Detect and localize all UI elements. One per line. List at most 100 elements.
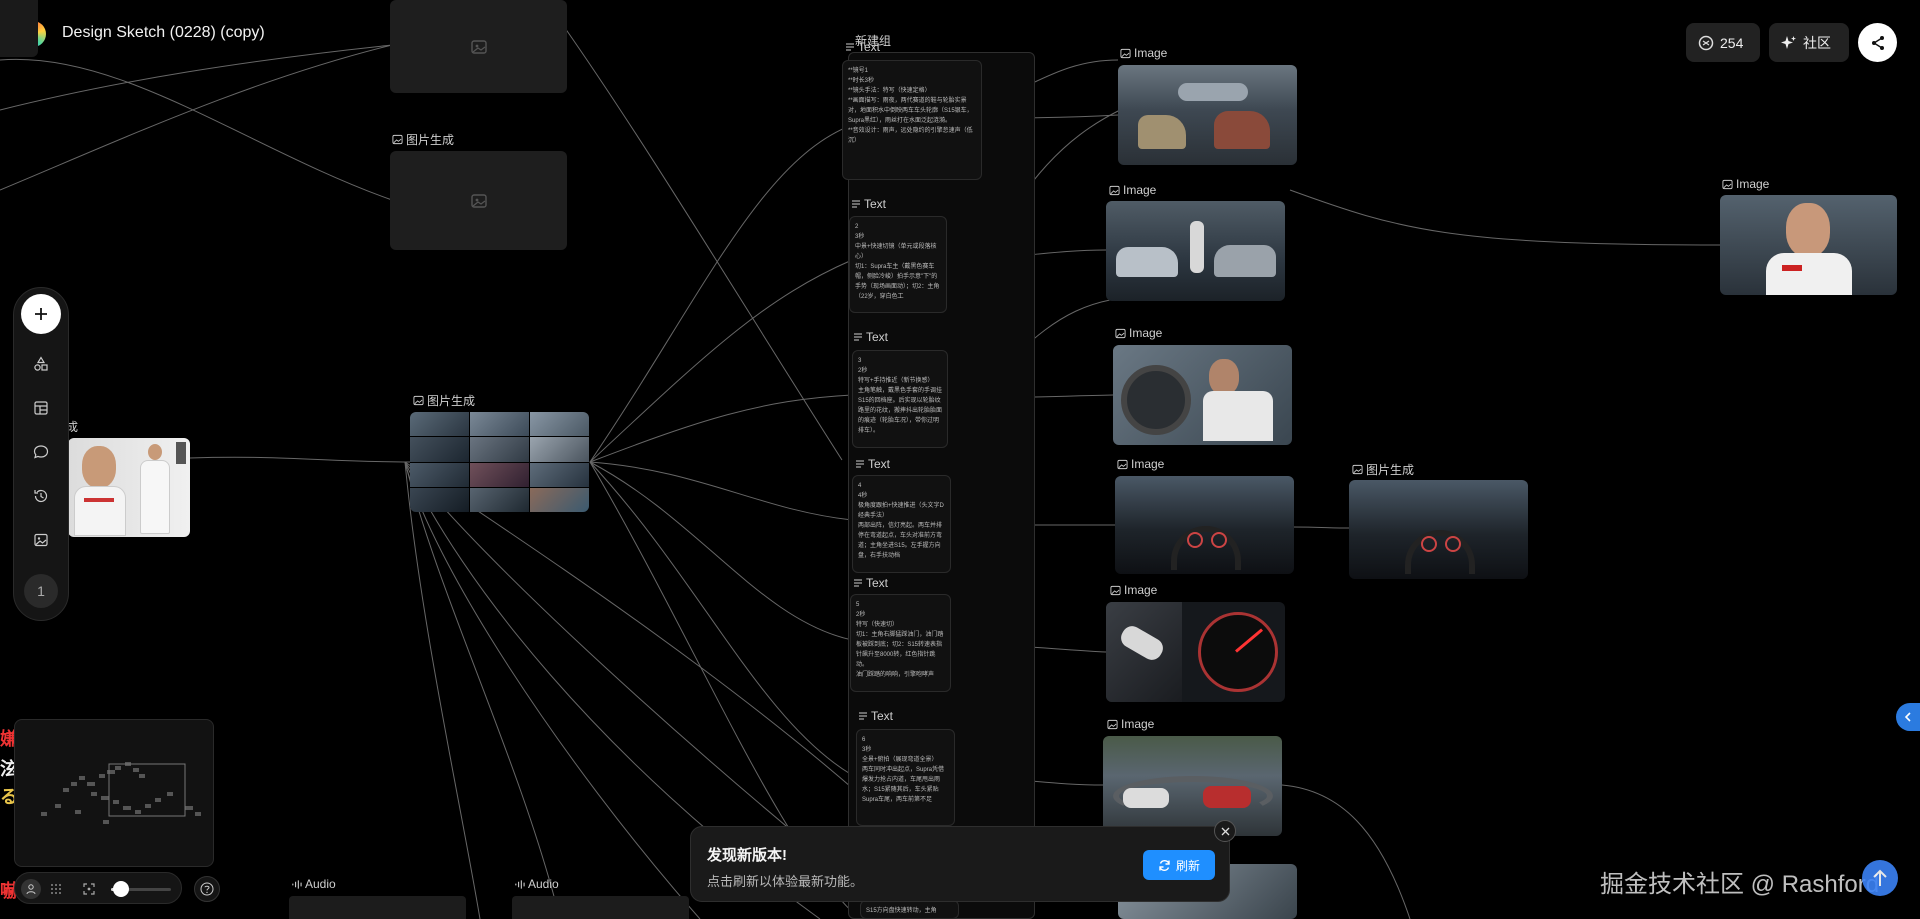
minimap[interactable] [14, 719, 214, 867]
zoom-slider-handle[interactable] [113, 881, 129, 897]
refresh-label: 刷新 [1175, 858, 1200, 873]
help-icon [200, 882, 214, 896]
audio-node-label: Audio [514, 877, 559, 891]
grid-icon [51, 884, 61, 894]
image-icon [1117, 459, 1128, 469]
image-gen-placeholder[interactable] [390, 151, 567, 250]
side-panel-toggle[interactable] [1896, 703, 1920, 731]
history-icon [34, 489, 48, 503]
image-icon [1109, 185, 1120, 195]
text-icon [846, 43, 854, 51]
text-node-label: Text [851, 197, 886, 211]
image-icon [1722, 179, 1733, 189]
text-icon [856, 460, 864, 468]
text-icon [852, 200, 860, 208]
credits-icon [1698, 35, 1714, 50]
community-label: 社区 [1803, 34, 1831, 51]
text-card-5[interactable]: 5 2秒 特写（快速切） 切1：主角右脚猛踩油门，油门踏板被踩到底；切2：S15… [850, 594, 951, 692]
add-node-button[interactable] [21, 294, 61, 334]
partial-node[interactable] [0, 0, 38, 57]
image-icon [392, 134, 403, 145]
user-icon [26, 884, 36, 895]
credits-button[interactable]: 254 [1686, 23, 1760, 62]
image-node-label: Image [1110, 583, 1157, 597]
image-icon [34, 533, 48, 547]
credits-count: 254 [1720, 34, 1744, 51]
image-node-two-cars[interactable] [1106, 201, 1285, 301]
minimap-preview [41, 762, 201, 824]
text-card-2[interactable]: 2 3秒 中景+快速切镜（单元或段落核心） 切1：Supra车主（戴黑色赛车帽，… [849, 216, 947, 313]
toast-title: 发现新版本! [707, 847, 787, 864]
image-node-label: Image [1120, 46, 1167, 60]
history-button[interactable] [23, 478, 59, 514]
watermark: 掘金技术社区 @ Rashford [1600, 871, 1880, 898]
layout-icon [34, 401, 48, 415]
image-icon [1107, 719, 1118, 729]
audio-node-label: Audio [291, 877, 336, 891]
image-gen-mosaic[interactable] [410, 412, 589, 512]
toast-close-button[interactable] [1214, 820, 1236, 842]
image-icon [1115, 328, 1126, 338]
refresh-icon [1159, 859, 1170, 871]
text-card-4[interactable]: 4 4秒 极角度跟拍+快速推进（头文字D经典手法） 两部出阵，信灯亮起。两车并排… [852, 475, 951, 573]
arrow-up-icon [1873, 869, 1887, 886]
image-node-label: Image [1722, 177, 1769, 191]
shapes-button[interactable] [23, 346, 59, 382]
page-number[interactable]: 1 [24, 574, 58, 608]
fit-view-button[interactable] [81, 881, 97, 897]
character-reference-image[interactable] [68, 438, 190, 537]
text-card-1[interactable]: **镜号1 **时长3秒 **镜头手法：特写（快速定格） **画面描写：雨夜，两… [842, 60, 982, 180]
image-node-label: Image [1115, 326, 1162, 340]
image-node-label: Image [1117, 457, 1164, 471]
plus-icon [35, 308, 47, 320]
audio-icon [292, 879, 302, 889]
image-node-cockpit[interactable] [1115, 476, 1294, 574]
scroll-top-button[interactable] [1862, 860, 1898, 896]
fit-icon [83, 883, 95, 895]
collapse-icon [1904, 712, 1911, 722]
image-icon [1352, 464, 1363, 475]
text-card-3[interactable]: 3 2秒 特写+手持推近（新节换感） 主角笔触，戴黑色手套的手调挂S15的回档座… [852, 350, 948, 448]
image-node-tire-check[interactable] [1113, 345, 1292, 445]
audio-node[interactable] [289, 896, 466, 919]
image-node-sneakers[interactable] [1118, 65, 1297, 165]
image-node-race-curve[interactable] [1103, 736, 1282, 836]
layout-button[interactable] [23, 390, 59, 426]
audio-node[interactable] [512, 896, 689, 919]
assets-button[interactable] [23, 522, 59, 558]
zoom-controls [14, 872, 182, 904]
comments-button[interactable] [23, 434, 59, 470]
image-node-driver-portrait[interactable] [1720, 195, 1897, 295]
text-node-label: Text [855, 457, 890, 471]
text-node-label: Text [845, 40, 880, 54]
text-icon [854, 333, 862, 341]
text-card-7[interactable]: S15方向盘快速转动，主角 [860, 900, 959, 919]
avatar-button[interactable] [21, 879, 41, 899]
text-node-label: Text [858, 709, 893, 723]
text-icon [859, 712, 867, 720]
image-gen-placeholder[interactable] [390, 0, 567, 93]
image-icon [470, 39, 487, 54]
image-node-pedal-tacho[interactable] [1106, 602, 1285, 702]
image-icon [1110, 585, 1121, 595]
refresh-button[interactable]: 刷新 [1143, 850, 1215, 880]
share-icon [1871, 35, 1884, 50]
image-node-label: Image [1107, 717, 1154, 731]
image-gen-label: 图片生成 [392, 131, 454, 148]
chat-icon [33, 445, 49, 459]
text-card-6[interactable]: 6 3秒 全景+俯拍（展现弯道全景） 两车同时冲出起点，Supra凭借爆发力抢占… [856, 729, 955, 826]
image-gen-cockpit-result[interactable] [1349, 480, 1528, 579]
toast-body: 点击刷新以体验最新功能。 [707, 874, 864, 889]
image-icon [413, 395, 424, 406]
grid-toggle[interactable] [48, 881, 64, 897]
image-gen-label: 图片生成 [413, 392, 475, 409]
image-node-label: Image [1109, 183, 1156, 197]
update-toast: 发现新版本! 点击刷新以体验最新功能。 刷新 [690, 820, 1236, 902]
close-icon [1221, 827, 1229, 835]
audio-icon [515, 879, 525, 889]
share-button[interactable] [1858, 23, 1897, 62]
help-button[interactable] [194, 876, 220, 902]
left-toolbar: 1 [13, 287, 69, 621]
community-button[interactable]: 社区 [1769, 23, 1849, 62]
image-icon [470, 193, 487, 208]
